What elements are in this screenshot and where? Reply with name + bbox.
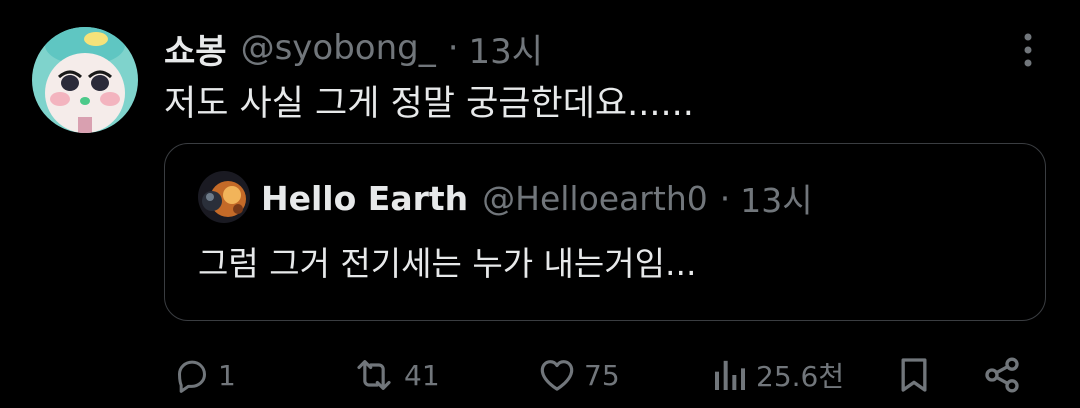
reply-count: 1 (218, 358, 236, 392)
tweet-text: 저도 사실 그게 정말 궁금한데요...... (164, 84, 694, 124)
quoted-tweet-header: Hello Earth @Helloearth0 · 13시 (261, 174, 813, 222)
separator-dot: · (447, 28, 459, 68)
character-avatar-icon (32, 27, 138, 133)
like-button[interactable]: 75 (536, 350, 620, 400)
earth-avatar-icon (198, 171, 250, 223)
quoted-tweet-timestamp[interactable]: 13시 (740, 174, 812, 222)
author-avatar[interactable] (32, 27, 138, 133)
like-count: 75 (584, 358, 620, 392)
tweet-actions: 1 41 75 25.6천 (164, 350, 1034, 400)
quoted-tweet[interactable]: Hello Earth @Helloearth0 · 13시 그럼 그거 전기세… (164, 143, 1046, 321)
retweet-button[interactable]: 41 (350, 350, 440, 400)
bookmark-icon (901, 358, 927, 392)
view-count: 25.6천 (756, 360, 845, 393)
retweet-count: 41 (404, 358, 440, 392)
reply-button[interactable]: 1 (172, 350, 236, 400)
quoted-author-display-name[interactable]: Hello Earth (261, 179, 468, 218)
author-handle[interactable]: @syobong_ (241, 28, 436, 68)
tweet[interactable]: 쇼봉 @syobong_ · 13시 저도 사실 그게 정말 궁금한데요....… (0, 0, 1080, 408)
tweet-timestamp[interactable]: 13시 (469, 24, 544, 73)
share-icon (985, 357, 1019, 393)
quoted-tweet-text: 그럼 그거 전기세는 누가 내는거임... (198, 244, 697, 283)
quoted-author-handle[interactable]: @Helloearth0 (482, 179, 708, 218)
quoted-author-avatar[interactable] (198, 171, 250, 223)
bookmark-button[interactable] (896, 350, 932, 400)
more-vertical-icon (1024, 33, 1032, 67)
author-display-name[interactable]: 쇼봉 (164, 24, 227, 73)
views-button[interactable]: 25.6천 (710, 350, 844, 400)
views-chart-icon (715, 360, 745, 390)
heart-icon (540, 360, 574, 391)
more-options-button[interactable] (1012, 30, 1044, 70)
share-button[interactable] (982, 350, 1022, 400)
separator-dot: · (719, 178, 731, 218)
retweet-icon (357, 360, 391, 390)
tweet-header: 쇼봉 @syobong_ · 13시 (164, 24, 543, 72)
reply-icon (178, 360, 206, 393)
